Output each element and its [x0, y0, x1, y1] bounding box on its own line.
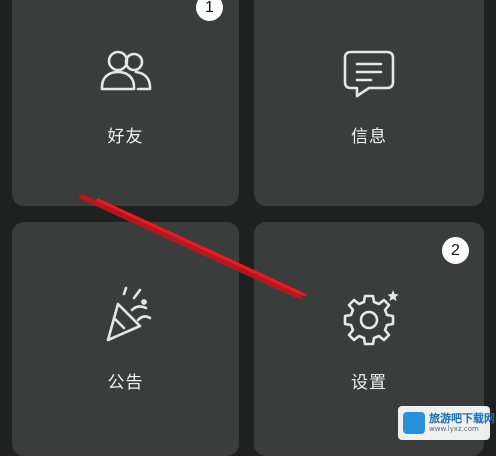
tile-friends-label: 好友: [107, 127, 144, 147]
message-icon: [343, 50, 395, 98]
settings-icon: [343, 290, 399, 346]
tile-friends[interactable]: 好友: [12, 0, 239, 206]
step-badge-2: 2: [442, 237, 469, 264]
announcement-icon: [106, 286, 151, 342]
watermark: 旅游吧下载网 www.lyxz.com: [398, 406, 495, 440]
tile-announcements[interactable]: 公告: [12, 222, 239, 456]
tile-messages-label: 信息: [351, 127, 387, 147]
watermark-title: 旅游吧下载网: [429, 412, 495, 425]
tile-messages[interactable]: 信息: [254, 0, 484, 206]
watermark-logo-icon: [403, 412, 425, 434]
friends-icon: [100, 50, 151, 91]
tile-announcements-label: 公告: [107, 373, 144, 393]
tile-settings-label: 设置: [351, 373, 387, 393]
watermark-url: www.lyxz.com: [429, 425, 479, 433]
